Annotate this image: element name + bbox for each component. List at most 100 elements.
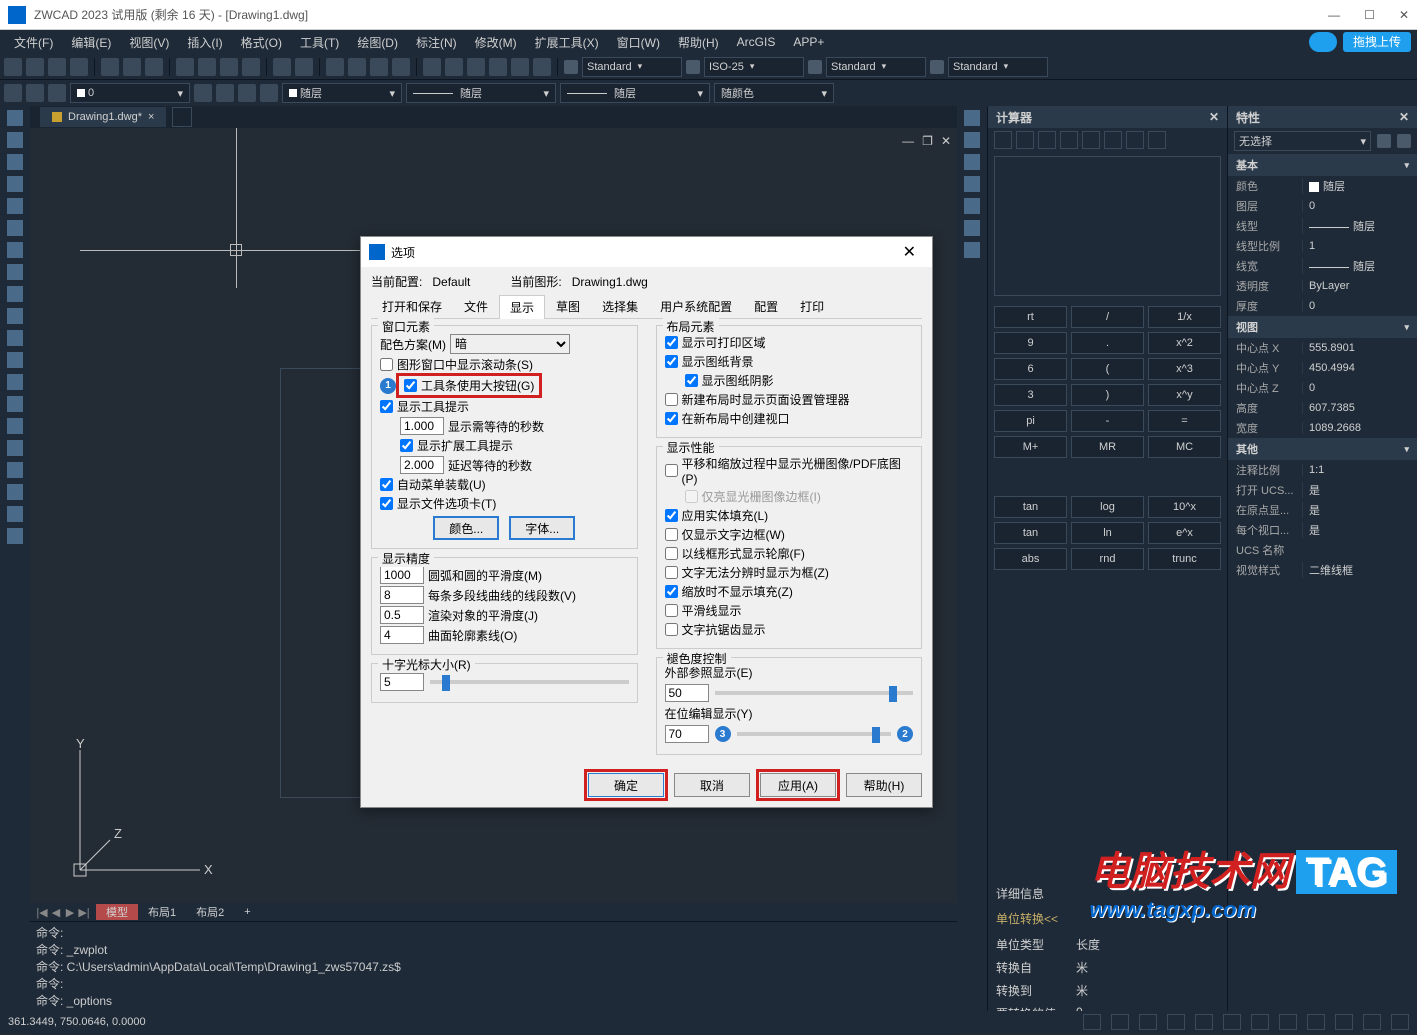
- save-icon[interactable]: [48, 58, 66, 76]
- close-button[interactable]: ✕: [1399, 8, 1409, 22]
- gradient-icon[interactable]: [7, 440, 23, 456]
- prop-row[interactable]: UCS 名称: [1228, 540, 1417, 560]
- arc-icon[interactable]: [7, 220, 23, 236]
- tooltip-seconds-input[interactable]: [400, 417, 444, 435]
- layer-freeze-icon[interactable]: [238, 84, 256, 102]
- prop-row[interactable]: 宽度1089.2668: [1228, 418, 1417, 438]
- new-tab-button[interactable]: [172, 107, 192, 127]
- print-icon[interactable]: [101, 58, 119, 76]
- calc-key[interactable]: rt: [994, 306, 1067, 328]
- table-icon[interactable]: [7, 484, 23, 500]
- maximize-button[interactable]: ☐: [1364, 8, 1375, 22]
- preview-icon[interactable]: [123, 58, 141, 76]
- dimstyle-icon[interactable]: [686, 60, 700, 74]
- zoom-prev-icon[interactable]: [392, 58, 410, 76]
- help-icon[interactable]: [533, 58, 551, 76]
- make-block-icon[interactable]: [7, 374, 23, 390]
- crosshair-slider[interactable]: [430, 680, 629, 684]
- calc-getpoint-icon[interactable]: [1060, 131, 1078, 149]
- smooth-line-checkbox[interactable]: [665, 604, 678, 617]
- properties-close-icon[interactable]: ✕: [1399, 110, 1409, 124]
- dyn-toggle[interactable]: [1307, 1014, 1325, 1030]
- inplace-fade-slider[interactable]: [737, 732, 892, 736]
- paste-icon[interactable]: [220, 58, 238, 76]
- redraw-icon[interactable]: [964, 176, 980, 192]
- model-toggle[interactable]: [1279, 1014, 1297, 1030]
- add-layout-tab[interactable]: +: [234, 906, 260, 918]
- convert-to-value[interactable]: 米: [1076, 982, 1219, 999]
- publish-icon[interactable]: [145, 58, 163, 76]
- layer-dropdown[interactable]: 0▾: [70, 83, 190, 103]
- regen-icon[interactable]: [964, 198, 980, 214]
- prop-row[interactable]: 线型随层: [1228, 216, 1417, 236]
- selection-dropdown[interactable]: 无选择▾: [1234, 131, 1371, 151]
- plotstyle-dropdown[interactable]: 随颜色▾: [714, 83, 834, 103]
- options-tab-7[interactable]: 打印: [789, 294, 835, 318]
- otrack-toggle[interactable]: [1223, 1014, 1241, 1030]
- model-tab[interactable]: 模型: [96, 904, 138, 920]
- calc-key[interactable]: MC: [1148, 436, 1221, 458]
- polygon-icon[interactable]: [7, 176, 23, 192]
- calc-getangle-icon[interactable]: [1104, 131, 1122, 149]
- calc-key[interactable]: pi: [994, 410, 1067, 432]
- layer-states-icon[interactable]: [26, 84, 44, 102]
- calc-key[interactable]: x^2: [1148, 332, 1221, 354]
- menu-express[interactable]: 扩展工具(X): [527, 32, 607, 53]
- calc-key[interactable]: abs: [994, 548, 1067, 570]
- grid-icon[interactable]: [964, 242, 980, 258]
- xline-icon[interactable]: [7, 132, 23, 148]
- calc-key[interactable]: 9: [994, 332, 1067, 354]
- calc-key[interactable]: x^y: [1148, 384, 1221, 406]
- mleader-style-dropdown[interactable]: Standard▾: [948, 57, 1048, 77]
- prop-group-view[interactable]: 视图▾: [1228, 316, 1417, 338]
- copy-icon[interactable]: [198, 58, 216, 76]
- addpoint-icon[interactable]: [7, 528, 23, 544]
- calc-key[interactable]: /: [1071, 306, 1144, 328]
- crosshair-size-input[interactable]: [380, 673, 424, 691]
- menu-arcgis[interactable]: ArcGIS: [729, 33, 784, 51]
- unit-type-value[interactable]: 长度: [1076, 936, 1219, 953]
- calc-key[interactable]: trunc: [1148, 548, 1221, 570]
- pick-select-icon[interactable]: [1397, 134, 1411, 148]
- cycle-toggle[interactable]: [1335, 1014, 1353, 1030]
- calc-key[interactable]: 10^x: [1148, 496, 1221, 518]
- render-smooth-input[interactable]: [380, 606, 424, 624]
- calc-key[interactable]: e^x: [1148, 522, 1221, 544]
- zoom-icon[interactable]: [348, 58, 366, 76]
- ext-tooltip-checkbox[interactable]: [400, 439, 413, 452]
- xref-fade-slider[interactable]: [715, 691, 914, 695]
- pan-icon[interactable]: [326, 58, 344, 76]
- autoload-checkbox[interactable]: [380, 478, 393, 491]
- prop-row[interactable]: 视觉样式二维线框: [1228, 560, 1417, 580]
- prop-row[interactable]: 中心点 Y450.4994: [1228, 358, 1417, 378]
- region-icon[interactable]: [7, 462, 23, 478]
- dim-style-dropdown[interactable]: ISO-25▾: [704, 57, 804, 77]
- polar-toggle[interactable]: [1167, 1014, 1185, 1030]
- options-tab-3[interactable]: 草图: [545, 294, 591, 318]
- mslide-icon[interactable]: [964, 220, 980, 236]
- revcloud-icon[interactable]: [7, 264, 23, 280]
- design-center-icon[interactable]: [445, 58, 463, 76]
- options-tab-1[interactable]: 文件: [453, 294, 499, 318]
- menu-draw[interactable]: 绘图(D): [349, 32, 406, 53]
- text-frame-checkbox[interactable]: [665, 528, 678, 541]
- calc-key[interactable]: rnd: [1071, 548, 1144, 570]
- calc-key[interactable]: M+: [994, 436, 1067, 458]
- new-icon[interactable]: [4, 58, 22, 76]
- circle-icon[interactable]: [7, 242, 23, 258]
- dialog-close-button[interactable]: ✕: [895, 242, 924, 262]
- document-tab[interactable]: Drawing1.dwg* ×: [40, 107, 166, 127]
- prop-row[interactable]: 图层0: [1228, 196, 1417, 216]
- calc-key[interactable]: 6: [994, 358, 1067, 380]
- prop-row[interactable]: 打开 UCS...是: [1228, 480, 1417, 500]
- tool-palettes-icon[interactable]: [467, 58, 485, 76]
- calc-display[interactable]: [994, 156, 1221, 296]
- solid-fill-checkbox[interactable]: [665, 509, 678, 522]
- calc-paste-icon[interactable]: [1038, 131, 1056, 149]
- open-icon[interactable]: [26, 58, 44, 76]
- options-tab-5[interactable]: 用户系统配置: [649, 294, 743, 318]
- zoom-fill-checkbox[interactable]: [665, 585, 678, 598]
- layout1-tab[interactable]: 布局1: [138, 904, 186, 920]
- zoom-window-icon[interactable]: [370, 58, 388, 76]
- options-tab-4[interactable]: 选择集: [591, 294, 649, 318]
